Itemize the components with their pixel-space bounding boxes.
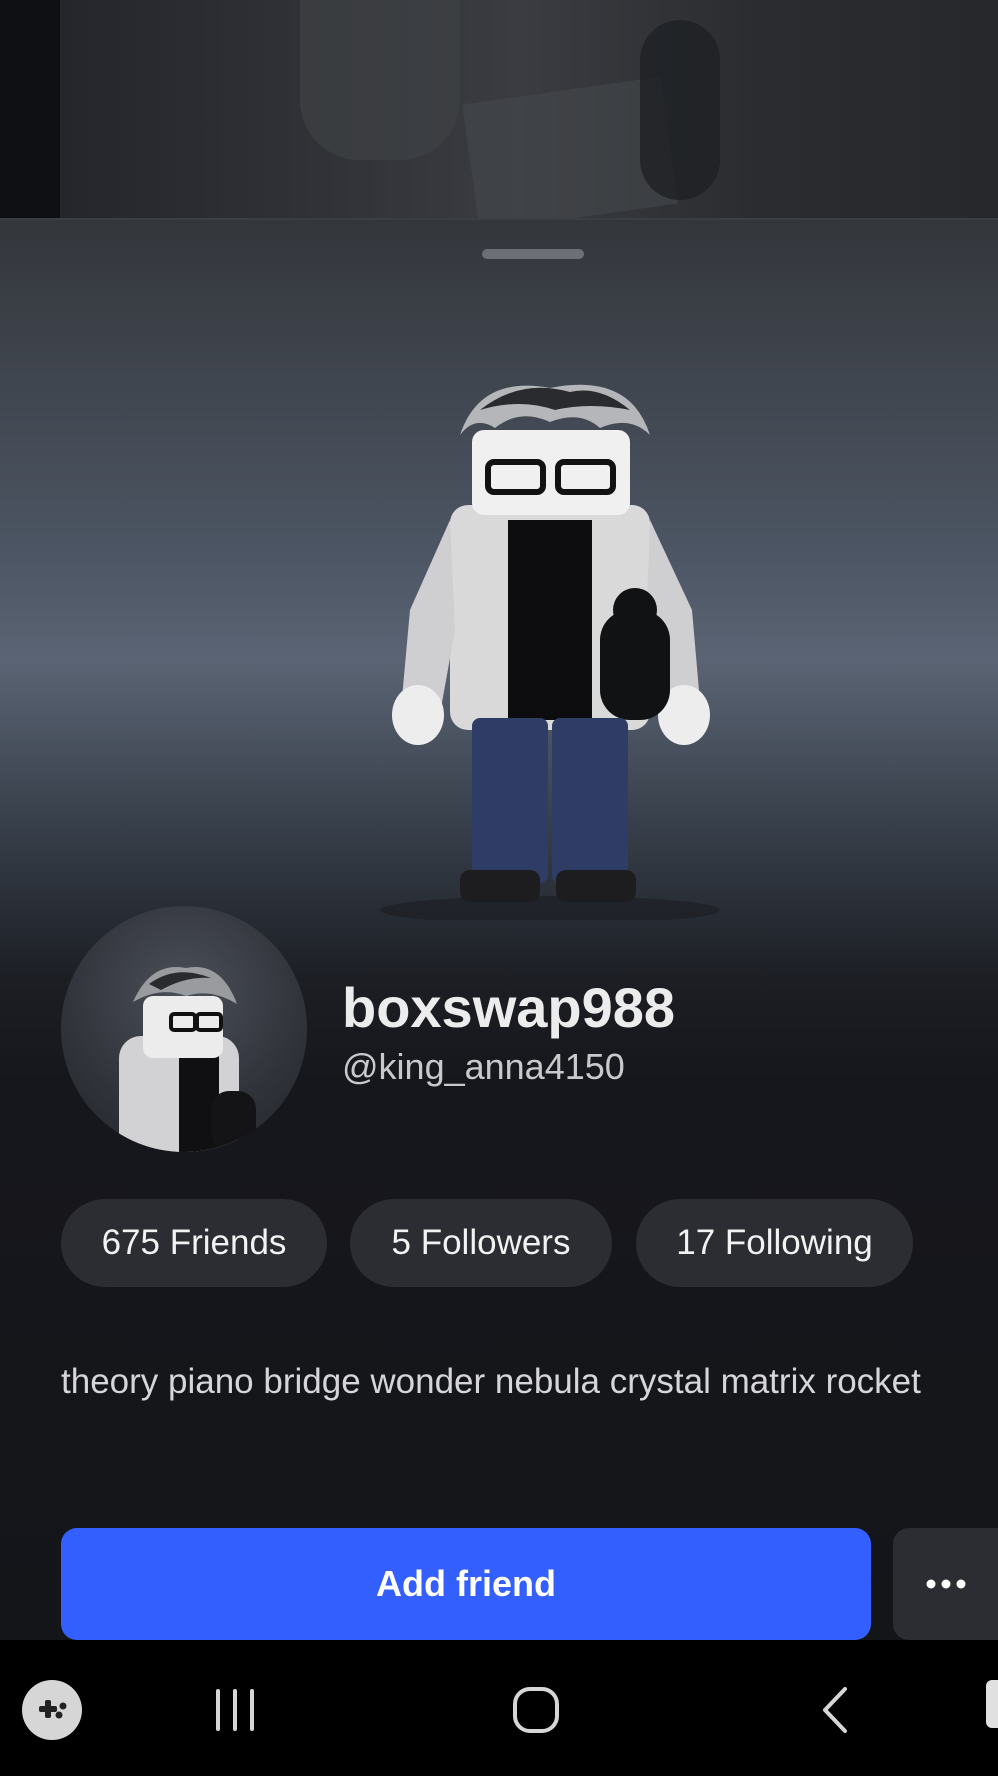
ellipsis-icon — [926, 1579, 965, 1589]
avatar-full-body — [380, 384, 720, 920]
game-launcher-button[interactable] — [20, 1678, 84, 1742]
system-navigation-bar — [0, 1640, 998, 1776]
username: @king_anna4150 — [342, 1046, 625, 1087]
friends-count-button[interactable]: 675 Friends — [61, 1199, 327, 1287]
edge-panel-handle[interactable] — [986, 1680, 998, 1728]
profile-bio: theory piano bridge wonder nebula crysta… — [61, 1362, 921, 1401]
friends-count-label: 675 Friends — [101, 1223, 287, 1262]
game-launcher-icon — [22, 1680, 82, 1740]
recent-apps-button[interactable] — [200, 1678, 270, 1742]
back-icon — [823, 1687, 847, 1733]
followers-count-label: 5 Followers — [391, 1223, 571, 1262]
profile-avatar-headshot[interactable] — [61, 906, 307, 1152]
following-count-button[interactable]: 17 Following — [636, 1199, 913, 1287]
add-friend-button[interactable]: Add friend — [61, 1528, 871, 1640]
home-button[interactable] — [500, 1678, 572, 1742]
drag-handle[interactable] — [482, 249, 584, 259]
followers-count-button[interactable]: 5 Followers — [350, 1199, 612, 1287]
headshot-image — [119, 966, 256, 1152]
recent-apps-icon — [216, 1689, 254, 1731]
background-photo — [0, 0, 998, 218]
following-count-label: 17 Following — [676, 1223, 873, 1262]
display-name: boxswap988 — [342, 976, 676, 1039]
home-icon — [513, 1687, 559, 1733]
back-button[interactable] — [800, 1678, 870, 1742]
more-options-button[interactable] — [893, 1528, 998, 1640]
profile-sheet: boxswap988 @king_anna4150 675 Friends 5 … — [0, 218, 998, 1642]
